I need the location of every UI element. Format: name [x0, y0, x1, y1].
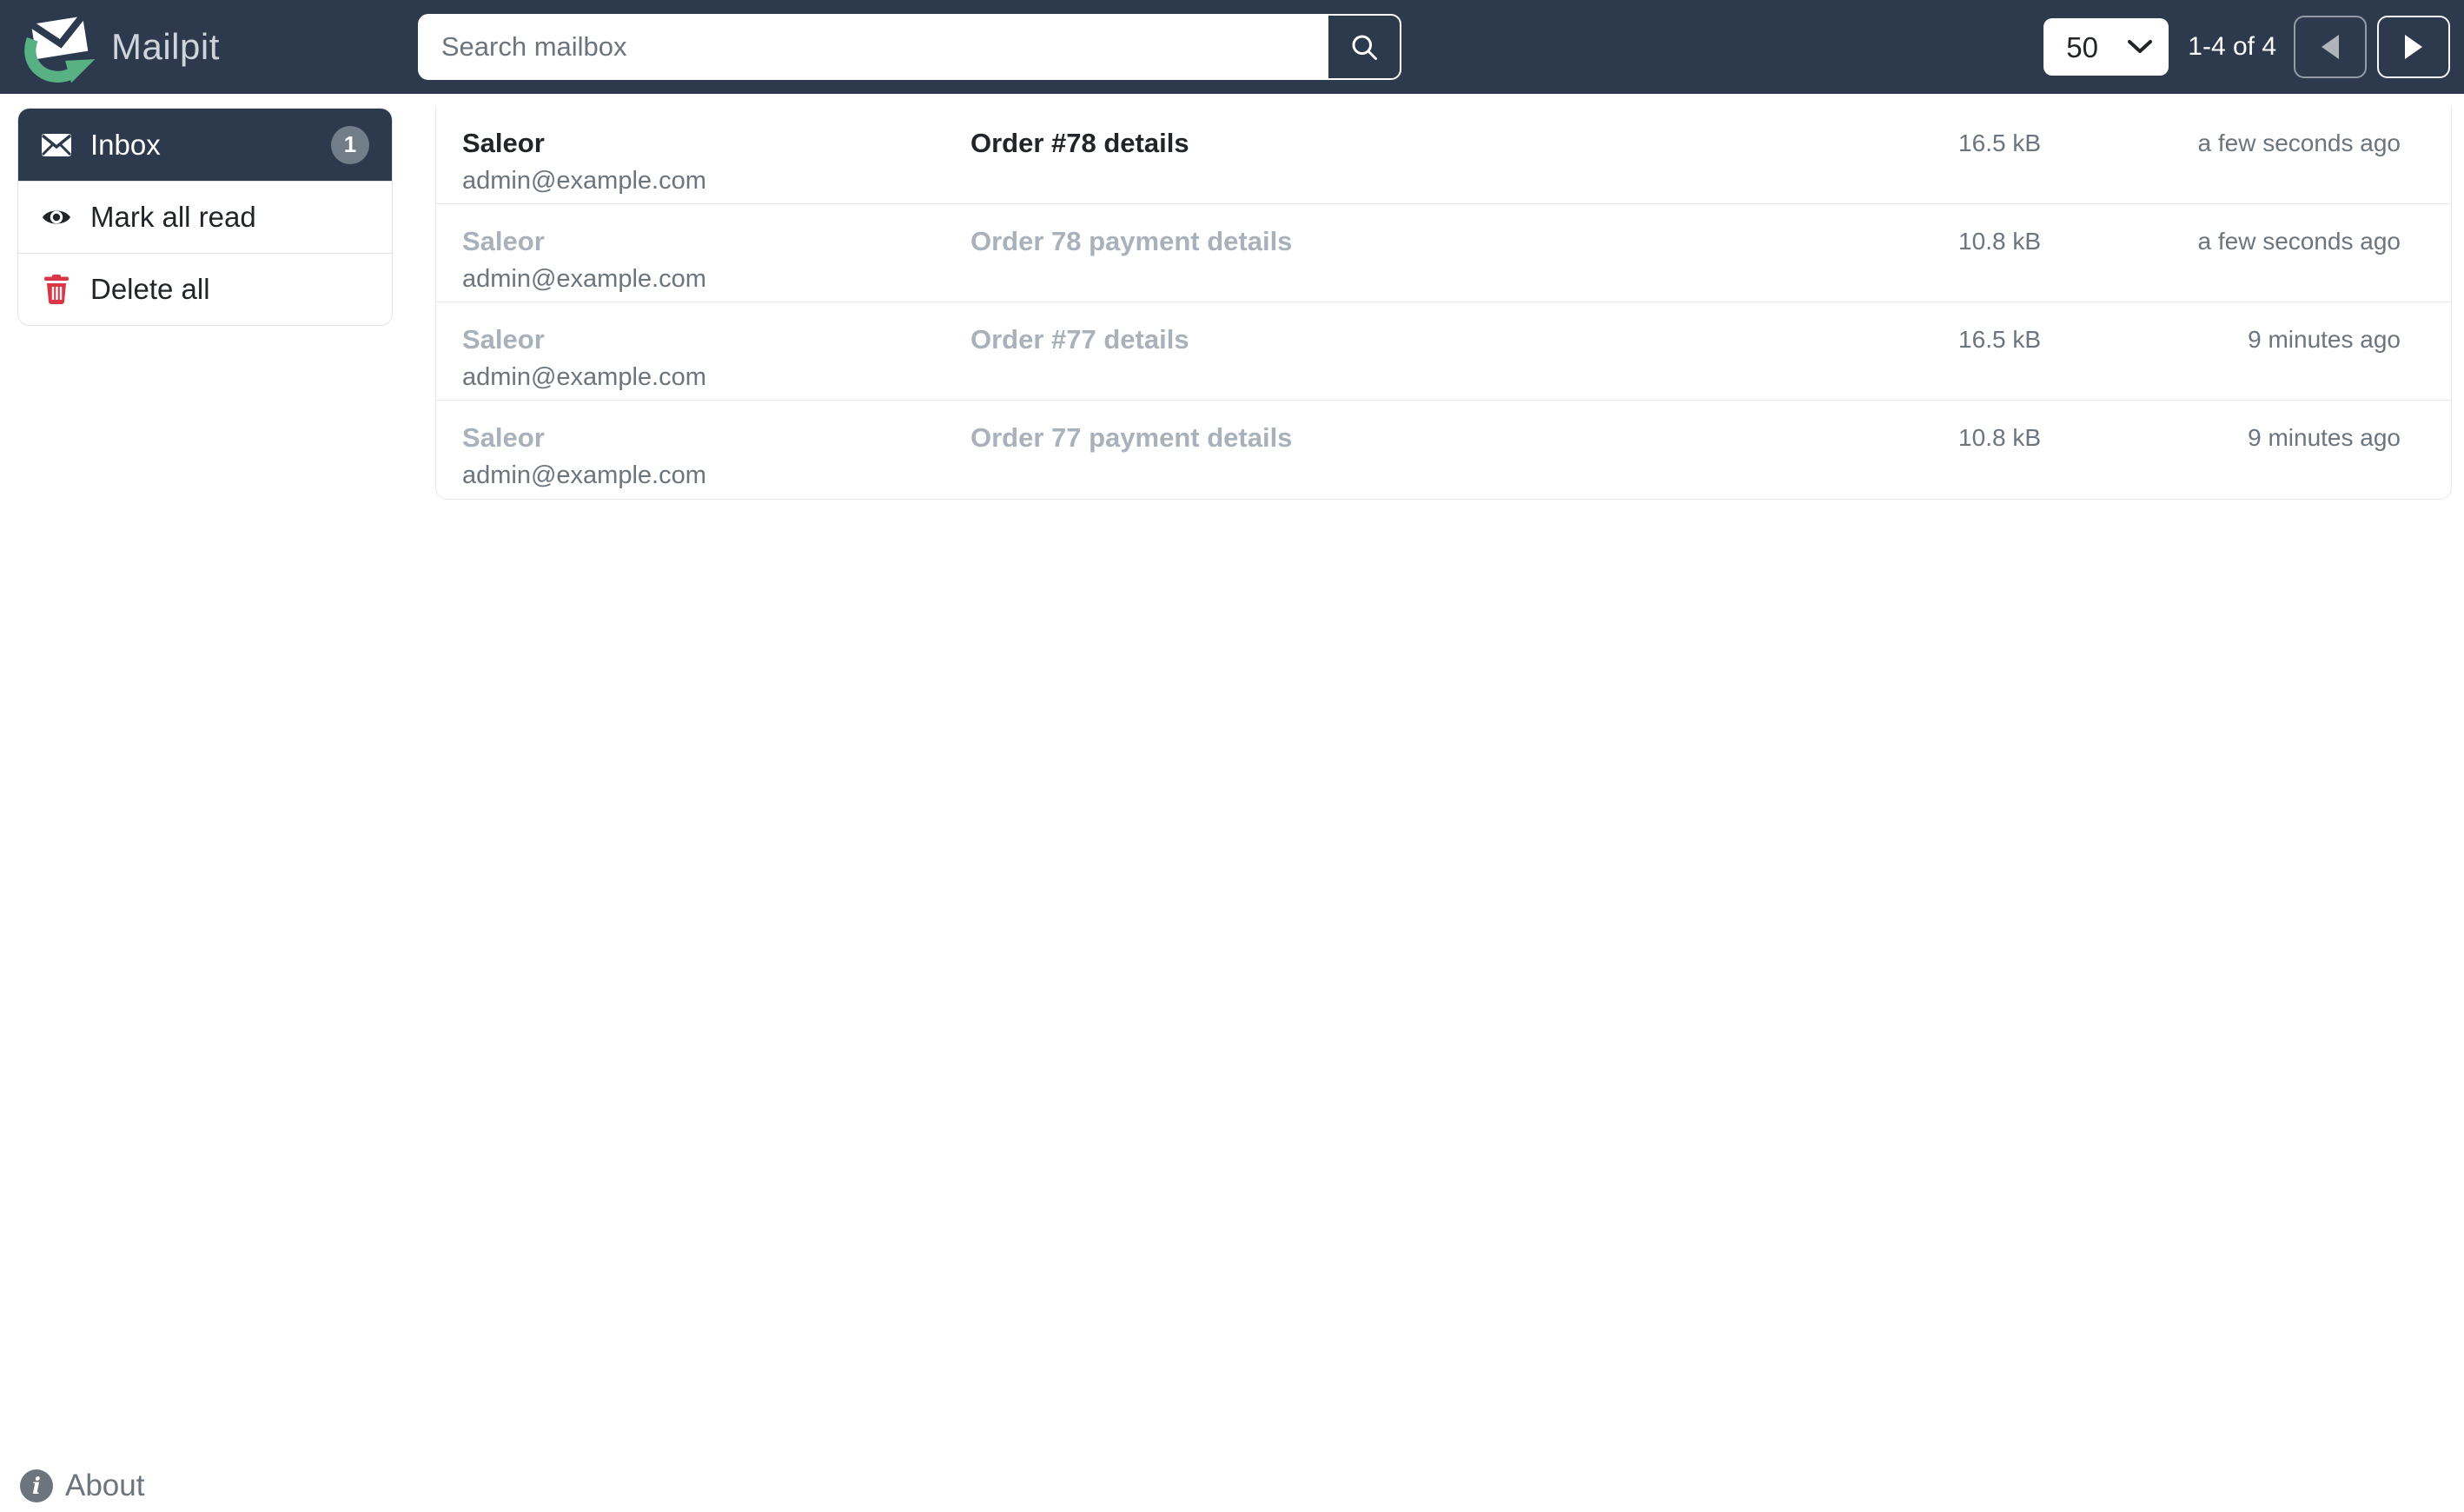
message-from: Saleor admin@example.com	[462, 422, 970, 490]
message-from: Saleor admin@example.com	[462, 324, 970, 392]
sidebar-item-label: Mark all read	[90, 201, 256, 233]
message-sender-name: Saleor	[462, 422, 545, 453]
triangle-right-icon	[2405, 35, 2422, 59]
next-page-button[interactable]	[2377, 16, 2450, 78]
per-page-select[interactable]: 50	[2043, 18, 2169, 76]
message-subject-col: Order #77 details	[970, 324, 1832, 355]
message-row[interactable]: Saleor admin@example.com Order #77 detai…	[436, 302, 2451, 401]
about-label: About	[65, 1469, 145, 1502]
sidebar-item-label: Inbox	[90, 128, 161, 161]
search-group	[417, 14, 1401, 80]
trash-icon	[41, 275, 72, 304]
message-sender-name: Saleor	[462, 128, 545, 158]
brand-title: Mailpit	[111, 26, 220, 67]
search-icon	[1352, 35, 1377, 60]
info-icon: i	[19, 1469, 54, 1503]
message-row[interactable]: Saleor admin@example.com Order 78 paymen…	[436, 204, 2451, 302]
per-page-select-wrap: 50	[2043, 18, 2169, 76]
message-timestamp: 9 minutes ago	[2248, 326, 2401, 353]
top-navbar: Mailpit 50 1-4 of 4	[0, 0, 2464, 94]
svg-text:i: i	[32, 1474, 41, 1500]
message-timestamp: a few seconds ago	[2197, 129, 2401, 156]
message-subject: Order #77 details	[970, 324, 1189, 355]
message-list: Saleor admin@example.com Order #78 detai…	[435, 106, 2452, 500]
message-sender-email: admin@example.com	[462, 166, 706, 195]
envelope-icon	[41, 133, 72, 157]
search-input[interactable]	[417, 14, 1327, 80]
mailpit-logo-icon	[24, 10, 96, 83]
message-size: 16.5 kB	[1958, 129, 2041, 156]
message-from: Saleor admin@example.com	[462, 226, 970, 294]
sidebar-item-inbox[interactable]: Inbox 1	[18, 109, 392, 181]
message-row[interactable]: Saleor admin@example.com Order 77 paymen…	[436, 401, 2451, 499]
message-subject: Order #78 details	[970, 128, 1189, 158]
brand-link[interactable]: Mailpit	[21, 9, 220, 85]
sidebar-item-mark-all-read[interactable]: Mark all read	[18, 181, 392, 253]
pagination-controls: 50 1-4 of 4	[2043, 16, 2450, 78]
eye-icon	[41, 206, 72, 229]
message-sender-name: Saleor	[462, 226, 545, 256]
search-button[interactable]	[1326, 14, 1401, 80]
sidebar-item-delete-all[interactable]: Delete all	[18, 253, 392, 325]
message-timestamp: 9 minutes ago	[2248, 424, 2401, 451]
message-row[interactable]: Saleor admin@example.com Order #78 detai…	[436, 106, 2451, 204]
message-subject: Order 77 payment details	[970, 422, 1293, 453]
message-size: 16.5 kB	[1958, 326, 2041, 353]
message-subject-col: Order 77 payment details	[970, 422, 1832, 454]
message-sender-email: admin@example.com	[462, 362, 706, 391]
message-timestamp: a few seconds ago	[2197, 228, 2401, 255]
message-size: 10.8 kB	[1958, 228, 2041, 255]
prev-page-button[interactable]	[2294, 16, 2367, 78]
message-sender-email: admin@example.com	[462, 461, 706, 489]
sidebar-item-label: Delete all	[90, 273, 210, 305]
triangle-left-icon	[2322, 35, 2339, 59]
message-from: Saleor admin@example.com	[462, 128, 970, 196]
message-size: 10.8 kB	[1958, 424, 2041, 451]
message-subject-col: Order 78 payment details	[970, 226, 1832, 257]
sidebar: Inbox 1 Mark all read Delete all	[17, 108, 393, 326]
message-sender-name: Saleor	[462, 324, 545, 355]
message-subject: Order 78 payment details	[970, 226, 1293, 256]
message-subject-col: Order #78 details	[970, 128, 1832, 159]
message-sender-email: admin@example.com	[462, 264, 706, 293]
pagination-range-label: 1-4 of 4	[2188, 32, 2276, 61]
unread-count-badge: 1	[331, 125, 369, 164]
about-link[interactable]: i About	[19, 1469, 144, 1503]
